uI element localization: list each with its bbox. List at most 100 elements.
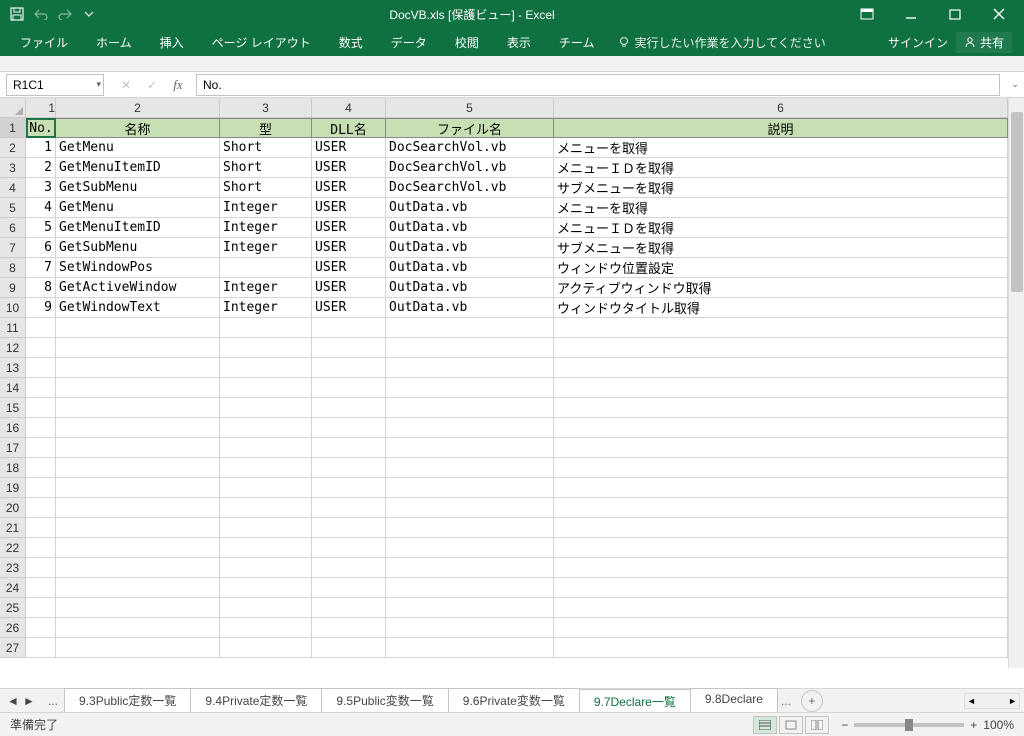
row-header[interactable]: 10 [0, 298, 26, 318]
cell[interactable] [220, 578, 312, 598]
cell[interactable] [312, 418, 386, 438]
col-header[interactable]: 6 [554, 98, 1008, 117]
cell[interactable] [56, 558, 220, 578]
row-header[interactable]: 21 [0, 518, 26, 538]
tab-review[interactable]: 校閲 [443, 30, 491, 55]
cell[interactable]: OutData.vb [386, 298, 554, 318]
cell[interactable]: サブメニューを取得 [554, 178, 1008, 198]
cell[interactable]: GetMenuItemID [56, 218, 220, 238]
zoom-slider[interactable] [854, 723, 964, 727]
cell[interactable] [386, 538, 554, 558]
cell[interactable] [56, 478, 220, 498]
cell[interactable] [554, 338, 1008, 358]
cell[interactable]: 4 [26, 198, 56, 218]
cell[interactable] [56, 598, 220, 618]
cell[interactable] [386, 398, 554, 418]
row-header[interactable]: 13 [0, 358, 26, 378]
ribbon-display-icon[interactable] [846, 0, 888, 28]
cell[interactable]: GetSubMenu [56, 238, 220, 258]
cell[interactable] [312, 358, 386, 378]
sheet-tab[interactable]: 9.4Private定数一覧 [190, 688, 322, 714]
cell[interactable] [26, 358, 56, 378]
row-header[interactable]: 12 [0, 338, 26, 358]
cell[interactable] [26, 398, 56, 418]
cell[interactable] [312, 538, 386, 558]
horizontal-scrollbar[interactable]: ◄ ► [964, 693, 1020, 709]
cell[interactable] [26, 538, 56, 558]
scroll-right-icon[interactable]: ► [1008, 696, 1017, 706]
cell[interactable]: OutData.vb [386, 278, 554, 298]
col-header[interactable]: 3 [220, 98, 312, 117]
cell[interactable]: メニューＩＤを取得 [554, 218, 1008, 238]
cell[interactable] [220, 258, 312, 278]
cell[interactable] [220, 398, 312, 418]
row-header[interactable]: 24 [0, 578, 26, 598]
cell[interactable]: メニューを取得 [554, 138, 1008, 158]
cell[interactable] [56, 418, 220, 438]
cell[interactable] [554, 518, 1008, 538]
cell[interactable] [56, 378, 220, 398]
cell[interactable]: GetActiveWindow [56, 278, 220, 298]
cell[interactable] [386, 358, 554, 378]
cell[interactable] [56, 618, 220, 638]
cell[interactable]: メニューＩＤを取得 [554, 158, 1008, 178]
col-header[interactable]: 2 [56, 98, 220, 117]
expand-formula-bar-icon[interactable]: ⌄ [1006, 79, 1024, 90]
cell[interactable]: 6 [26, 238, 56, 258]
cell[interactable] [26, 338, 56, 358]
cell[interactable] [312, 518, 386, 538]
cell[interactable] [26, 438, 56, 458]
cell[interactable] [554, 418, 1008, 438]
cell[interactable]: メニューを取得 [554, 198, 1008, 218]
cell[interactable] [56, 398, 220, 418]
nav-next-icon[interactable]: ► [22, 694, 36, 708]
cell[interactable] [386, 318, 554, 338]
cell[interactable] [220, 458, 312, 478]
cell[interactable] [554, 358, 1008, 378]
cell[interactable] [26, 418, 56, 438]
cell[interactable]: DocSearchVol.vb [386, 158, 554, 178]
cell[interactable] [386, 478, 554, 498]
select-all-button[interactable] [0, 98, 26, 118]
cell[interactable]: GetMenu [56, 198, 220, 218]
row-header[interactable]: 27 [0, 638, 26, 658]
row-header[interactable]: 7 [0, 238, 26, 258]
row-header[interactable]: 3 [0, 158, 26, 178]
cell[interactable]: アクティブウィンドウ取得 [554, 278, 1008, 298]
cell[interactable] [220, 598, 312, 618]
cell[interactable] [26, 558, 56, 578]
cell[interactable]: DLL名 [312, 118, 386, 138]
row-header[interactable]: 6 [0, 218, 26, 238]
cell[interactable] [554, 558, 1008, 578]
cell[interactable] [26, 478, 56, 498]
cell[interactable] [56, 638, 220, 658]
cell[interactable] [26, 578, 56, 598]
tab-team[interactable]: チーム [547, 30, 607, 55]
cell[interactable]: サブメニューを取得 [554, 238, 1008, 258]
row-header[interactable]: 26 [0, 618, 26, 638]
cell[interactable] [220, 558, 312, 578]
cell[interactable] [220, 338, 312, 358]
tab-insert[interactable]: 挿入 [148, 30, 196, 55]
nav-prev-icon[interactable]: ◄ [6, 694, 20, 708]
cell[interactable] [220, 378, 312, 398]
sheet-tab[interactable]: 9.8Declare [690, 688, 778, 714]
cell[interactable] [386, 418, 554, 438]
tab-page-layout[interactable]: ページ レイアウト [200, 30, 323, 55]
row-header[interactable]: 25 [0, 598, 26, 618]
sheet-tab[interactable]: 9.5Public変数一覧 [321, 688, 448, 714]
cell[interactable] [554, 318, 1008, 338]
cell[interactable]: GetMenuItemID [56, 158, 220, 178]
row-header[interactable]: 20 [0, 498, 26, 518]
cell[interactable]: ウィンドウ位置設定 [554, 258, 1008, 278]
cell[interactable] [56, 358, 220, 378]
cell[interactable] [220, 358, 312, 378]
cell[interactable] [312, 438, 386, 458]
row-header[interactable]: 4 [0, 178, 26, 198]
cell[interactable]: USER [312, 218, 386, 238]
chevron-down-icon[interactable]: ▾ [96, 79, 101, 90]
cell[interactable]: USER [312, 158, 386, 178]
worksheet-grid[interactable]: 1 2 3 4 5 6 1No.名称型DLL名ファイル名説明21GetMenuS… [0, 98, 1024, 688]
tab-view[interactable]: 表示 [495, 30, 543, 55]
view-page-layout-icon[interactable] [779, 716, 803, 734]
